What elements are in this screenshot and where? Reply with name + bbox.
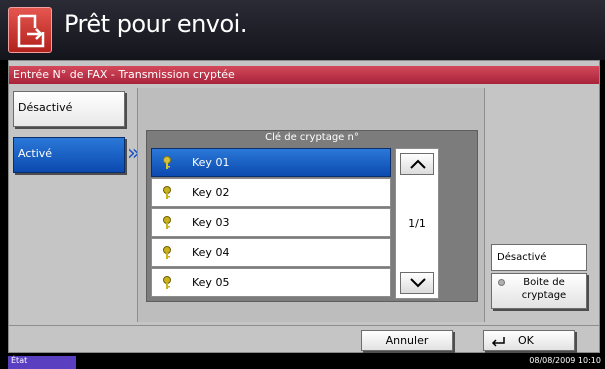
status-bar: État 08/08/2009 10:10 [0,355,605,369]
key-list: Key 01 Key 02 Key 03 Key 04 Key 05 [151,148,391,298]
status-button[interactable]: État [8,356,76,369]
key-label: Key 02 [192,186,230,199]
key-icon [162,156,172,173]
list-scroller: 1/1 [395,148,439,299]
radio-dot-icon [498,279,505,286]
list-item[interactable]: Key 03 [151,208,391,237]
scroll-up-button[interactable] [400,153,434,175]
key-icon [162,186,172,203]
key-list-frame: Clé de cryptage n° Key 01 Key 02 Key 03 … [146,130,478,302]
scroll-down-button[interactable] [400,272,434,294]
cancel-button[interactable]: Annuler [361,330,453,351]
encryption-box-label: Boite de cryptage [521,277,567,301]
page-indicator: 1/1 [408,217,426,230]
panel-title: Entrée N° de FAX - Transmission cryptée [9,66,599,84]
key-icon [162,246,172,263]
list-item[interactable]: Key 02 [151,178,391,207]
enable-button[interactable]: Activé [13,137,125,173]
list-item[interactable]: Key 01 [151,148,391,177]
chevron-up-icon [410,159,426,169]
key-label: Key 03 [192,216,230,229]
encryption-box-button[interactable]: Boite de cryptage [491,273,587,309]
header-bar: Prêt pour envoi. [0,0,605,60]
fax-send-icon [8,7,52,53]
right-disable-option[interactable]: Désactivé [491,244,587,271]
list-header: Clé de cryptage n° [265,132,359,143]
ok-button[interactable]: OK [483,330,575,351]
action-bar: Annuler OK [9,325,599,352]
datetime: 08/08/2009 10:10 [529,356,601,365]
key-icon [162,216,172,233]
encryption-panel: Entrée N° de FAX - Transmission cryptée … [8,60,600,353]
list-item[interactable]: Key 04 [151,238,391,267]
chevron-down-icon [410,278,426,288]
enter-icon [491,337,505,347]
key-label: Key 05 [192,276,230,289]
list-item[interactable]: Key 05 [151,268,391,297]
key-label: Key 01 [192,156,230,169]
page-title: Prêt pour envoi. [64,10,247,38]
key-selection-area: Clé de cryptage n° Key 01 Key 02 Key 03 … [137,88,485,322]
ok-label: OK [518,334,534,347]
key-label: Key 04 [192,246,230,259]
key-icon [162,276,172,293]
disable-button[interactable]: Désactivé [13,91,125,127]
